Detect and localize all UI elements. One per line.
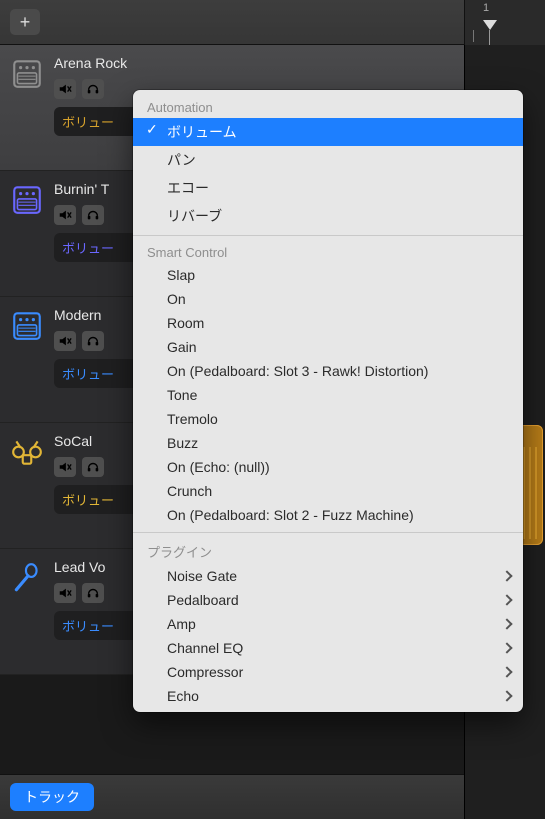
- solo-headphones-button[interactable]: [82, 583, 104, 603]
- solo-headphones-button[interactable]: [82, 457, 104, 477]
- solo-headphones-button[interactable]: [82, 331, 104, 351]
- menu-item[interactable]: On (Pedalboard: Slot 2 - Fuzz Machine): [133, 503, 523, 527]
- menu-item[interactable]: ボリューム: [133, 118, 523, 146]
- menu-item[interactable]: On: [133, 287, 523, 311]
- menu-item[interactable]: Noise Gate: [133, 564, 523, 588]
- mute-icon: [58, 334, 72, 348]
- menu-item[interactable]: エコー: [133, 174, 523, 202]
- drums-icon: [10, 435, 44, 469]
- menu-item[interactable]: Channel EQ: [133, 636, 523, 660]
- menu-item[interactable]: Tremolo: [133, 407, 523, 431]
- menu-separator: [133, 532, 523, 533]
- track-name: Arena Rock: [54, 55, 454, 71]
- headphones-icon: [86, 82, 100, 96]
- automation-param-label: ボリュー: [62, 238, 114, 257]
- ruler-tick: [473, 30, 474, 42]
- mute-icon: [58, 208, 72, 222]
- mute-icon: [58, 586, 72, 600]
- menu-item[interactable]: Tone: [133, 383, 523, 407]
- mic-icon: [10, 561, 44, 595]
- automation-param-label: ボリュー: [62, 364, 114, 383]
- footer-bar: トラック: [0, 774, 464, 819]
- automation-param-label: ボリュー: [62, 490, 114, 509]
- menu-item[interactable]: Gain: [133, 335, 523, 359]
- menu-item[interactable]: Compressor: [133, 660, 523, 684]
- menu-item[interactable]: Crunch: [133, 479, 523, 503]
- menu-item[interactable]: On (Pedalboard: Slot 3 - Rawk! Distortio…: [133, 359, 523, 383]
- headphones-icon: [86, 208, 100, 222]
- mute-icon: [58, 82, 72, 96]
- playhead-icon[interactable]: [483, 20, 497, 30]
- mute-button[interactable]: [54, 331, 76, 351]
- mute-icon: [58, 460, 72, 474]
- solo-headphones-button[interactable]: [82, 79, 104, 99]
- menu-section-header: Automation: [133, 96, 523, 118]
- amp-icon: [10, 183, 44, 217]
- timeline-ruler[interactable]: 1: [464, 0, 545, 45]
- amp-icon: [10, 309, 44, 343]
- headphones-icon: [86, 334, 100, 348]
- solo-headphones-button[interactable]: [82, 205, 104, 225]
- amp-icon: [10, 57, 44, 91]
- menu-item[interactable]: Buzz: [133, 431, 523, 455]
- menu-item[interactable]: パン: [133, 146, 523, 174]
- plus-icon: +: [20, 12, 31, 33]
- mute-button[interactable]: [54, 205, 76, 225]
- automation-param-label: ボリュー: [62, 112, 114, 131]
- menu-item[interactable]: リバーブ: [133, 202, 523, 230]
- menu-section-header: Smart Control: [133, 241, 523, 263]
- bar-number: 1: [483, 2, 489, 14]
- mute-button[interactable]: [54, 457, 76, 477]
- menu-item[interactable]: On (Echo: (null)): [133, 455, 523, 479]
- menu-item[interactable]: Room: [133, 311, 523, 335]
- add-track-button[interactable]: +: [10, 9, 40, 35]
- menu-item[interactable]: Pedalboard: [133, 588, 523, 612]
- menu-item[interactable]: Echo: [133, 684, 523, 708]
- automation-param-label: ボリュー: [62, 616, 114, 635]
- mute-button[interactable]: [54, 79, 76, 99]
- tracks-tab[interactable]: トラック: [10, 783, 94, 811]
- menu-item[interactable]: Amp: [133, 612, 523, 636]
- menu-item[interactable]: Slap: [133, 263, 523, 287]
- mute-button[interactable]: [54, 583, 76, 603]
- menu-section-header: プラグイン: [133, 538, 523, 564]
- automation-menu: Automationボリュームパンエコーリバーブ Smart ControlSla…: [133, 90, 523, 712]
- headphones-icon: [86, 460, 100, 474]
- menu-separator: [133, 235, 523, 236]
- headphones-icon: [86, 586, 100, 600]
